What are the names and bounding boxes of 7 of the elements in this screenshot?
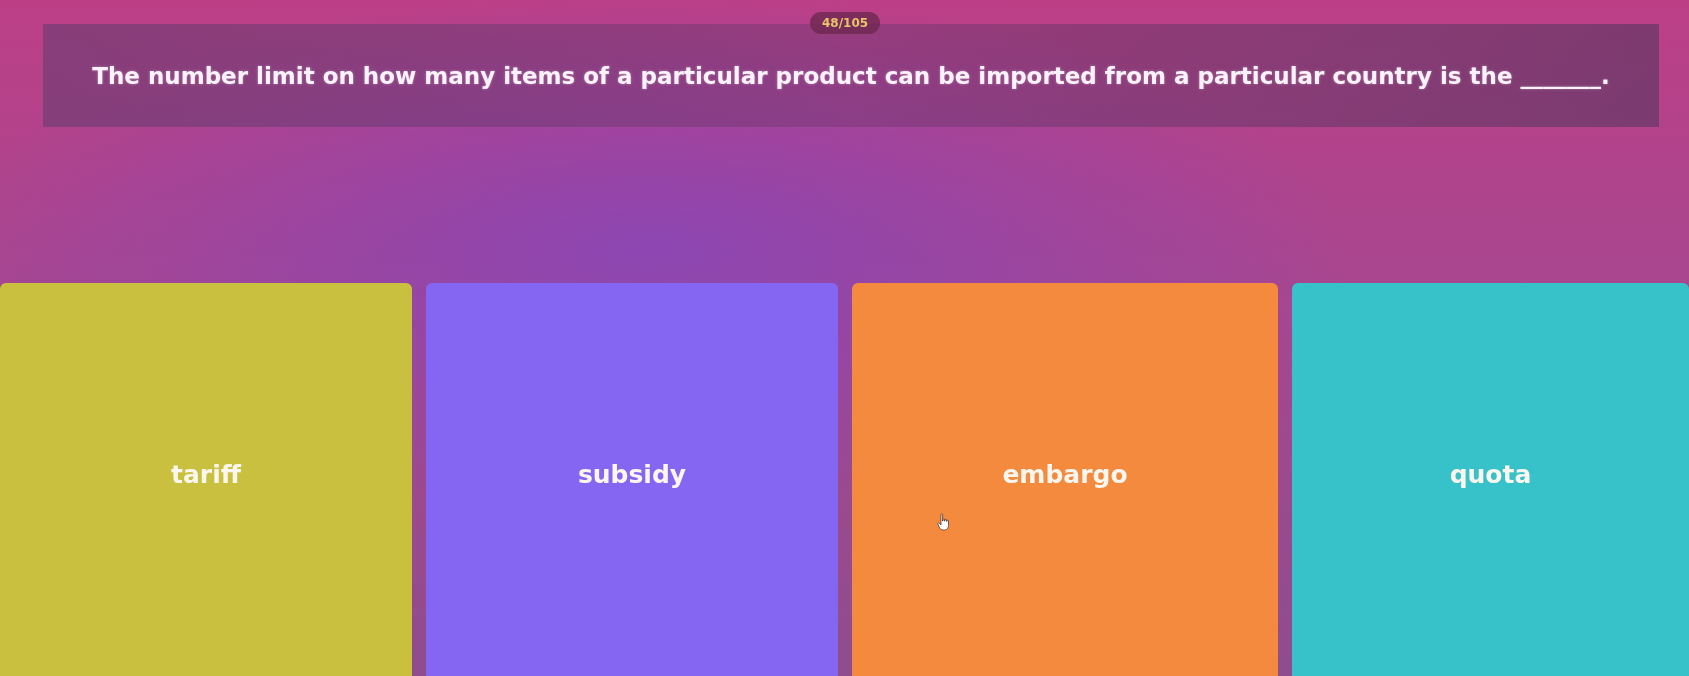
question-text: The number limit on how many items of a particular product can be imported from a particular country is the _______.	[92, 62, 1610, 89]
answer-option[interactable]: embargo	[852, 283, 1278, 676]
answer-option[interactable]: subsidy	[426, 283, 838, 676]
question-counter: 48/105	[810, 12, 881, 34]
answer-option[interactable]: quota	[1292, 283, 1689, 676]
hand-cursor-icon	[937, 513, 951, 531]
answer-option[interactable]: tariff	[0, 283, 412, 676]
